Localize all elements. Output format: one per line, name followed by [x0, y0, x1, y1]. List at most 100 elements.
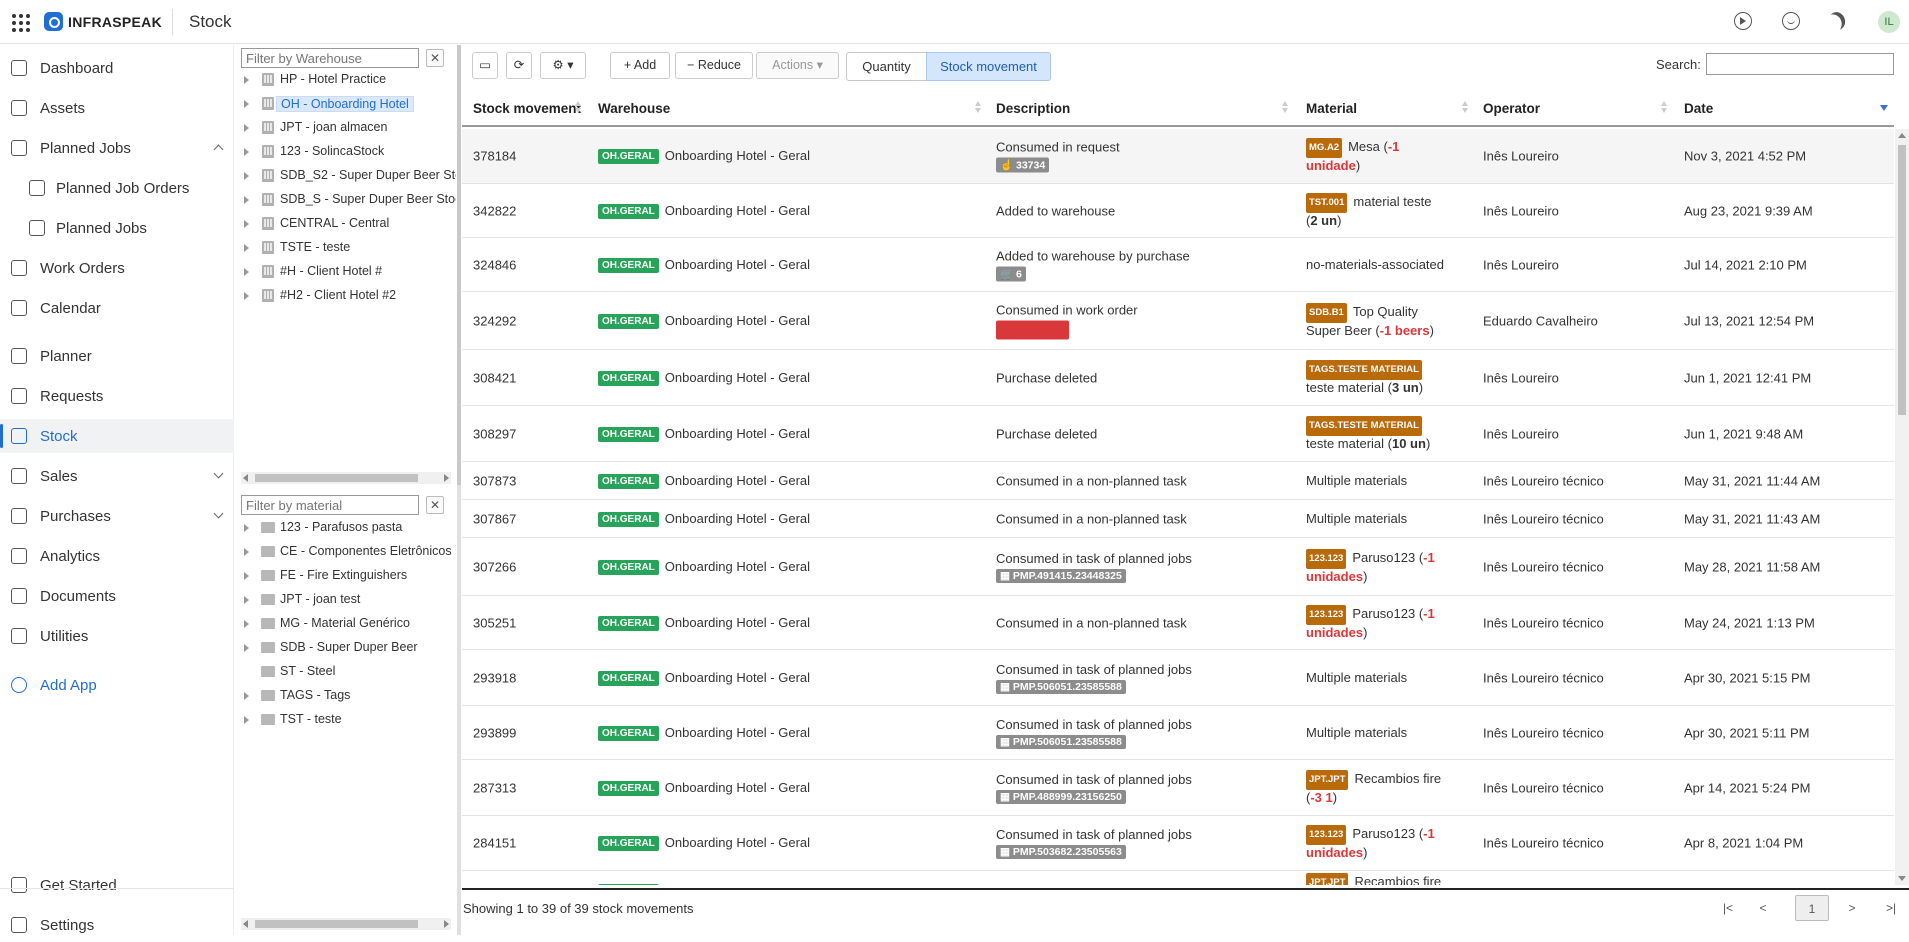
- sidebar-item-4[interactable]: Planned Jobs: [0, 211, 234, 245]
- sidebar-item-6[interactable]: Calendar: [0, 291, 234, 325]
- play-icon[interactable]: [1734, 12, 1752, 30]
- tree-item[interactable]: JPT - joan test: [236, 589, 456, 611]
- table-row[interactable]: 305251 OH.GERAL Onboarding Hotel - Geral Co…: [462, 596, 1894, 650]
- table-row[interactable]: 324292 OH.GERAL Onboarding Hotel - Geral Co…: [462, 292, 1894, 350]
- tree-item[interactable]: HP - Hotel Practice: [236, 69, 456, 91]
- last-page-button[interactable]: >|: [1876, 895, 1906, 921]
- toggle-panel-button[interactable]: ▭: [472, 52, 498, 79]
- table-row[interactable]: 308297 OH.GERAL Onboarding Hotel - Geral Pu…: [462, 406, 1894, 462]
- sidebar-item-17[interactable]: Settings: [0, 908, 234, 942]
- tab-stock-movement[interactable]: Stock movement: [926, 52, 1051, 81]
- search-input[interactable]: [1706, 53, 1894, 75]
- tab-quantity[interactable]: Quantity: [846, 52, 927, 81]
- table-row[interactable]: 293899 OH.GERAL Onboarding Hotel - Geral Co…: [462, 706, 1894, 760]
- tree-item[interactable]: 123 - Parafusos pasta: [236, 517, 456, 539]
- col-warehouse[interactable]: Warehouse: [598, 101, 670, 116]
- apps-grid-icon[interactable]: [12, 14, 30, 32]
- expand-arrow-icon[interactable]: [244, 100, 249, 108]
- sort-icon[interactable]: [1462, 101, 1468, 113]
- table-row[interactable]: 342822 OH.GERAL Onboarding Hotel - Geral Ad…: [462, 184, 1894, 238]
- sort-desc-icon[interactable]: [1880, 105, 1888, 111]
- feedback-smile-icon[interactable]: [1782, 12, 1800, 30]
- panel-splitter[interactable]: [457, 45, 461, 935]
- tree-item[interactable]: #H - Client Hotel #: [236, 261, 456, 283]
- tree-item[interactable]: TSTE - teste: [236, 237, 456, 259]
- reference-badge[interactable]: 🛒 6: [996, 266, 1026, 281]
- table-row[interactable]: 307867 OH.GERAL Onboarding Hotel - Geral Co…: [462, 500, 1894, 538]
- table-row[interactable]: 287313 OH.GERAL Onboarding Hotel - Geral Co…: [462, 760, 1894, 816]
- tree-item[interactable]: OH - Onboarding Hotel: [236, 93, 456, 115]
- material-filter-input[interactable]: [241, 495, 419, 515]
- expand-arrow-icon[interactable]: [244, 692, 249, 700]
- next-page-button[interactable]: >: [1837, 895, 1867, 921]
- sidebar-item-11[interactable]: Purchases: [0, 499, 234, 533]
- expand-arrow-icon[interactable]: [244, 124, 249, 132]
- material-tree-scrollbar[interactable]: [241, 918, 451, 930]
- sidebar-item-3[interactable]: Planned Job Orders: [0, 171, 234, 205]
- reference-badge[interactable]: ☝ 33734: [996, 157, 1050, 173]
- reference-badge[interactable]: ⚠ 2374434: [996, 320, 1070, 339]
- first-page-button[interactable]: |<: [1713, 895, 1743, 921]
- page-1-button[interactable]: 1: [1795, 895, 1829, 921]
- sidebar-item-14[interactable]: Utilities: [0, 619, 234, 653]
- sidebar-item-7[interactable]: Planner: [0, 339, 234, 373]
- sidebar-item-10[interactable]: Sales: [0, 459, 234, 493]
- sort-icon[interactable]: [1661, 101, 1667, 113]
- expand-arrow-icon[interactable]: [244, 572, 249, 580]
- reduce-button[interactable]: − Reduce: [675, 52, 753, 79]
- reference-badge[interactable]: ▦ PMP.506051.23585588: [996, 679, 1126, 694]
- expand-arrow-icon[interactable]: [244, 596, 249, 604]
- sidebar-item-5[interactable]: Work Orders: [0, 251, 234, 285]
- col-description[interactable]: Description: [996, 101, 1070, 116]
- reference-badge[interactable]: ▦ PMP.506051.23585588: [996, 734, 1126, 749]
- table-scrollbar[interactable]: [1895, 129, 1909, 885]
- sidebar-item-0[interactable]: Dashboard: [0, 51, 234, 85]
- expand-arrow-icon[interactable]: [244, 524, 249, 532]
- tree-item[interactable]: #H2 - Client Hotel #2: [236, 285, 456, 307]
- sidebar-item-13[interactable]: Documents: [0, 579, 234, 613]
- sort-icon[interactable]: [575, 101, 581, 113]
- tree-item[interactable]: CENTRAL - Central: [236, 213, 456, 235]
- tree-item[interactable]: JPT - joan almacen: [236, 117, 456, 139]
- expand-arrow-icon[interactable]: [244, 220, 249, 228]
- expand-arrow-icon[interactable]: [244, 196, 249, 204]
- actions-dropdown-button[interactable]: Actions ▾: [756, 52, 839, 79]
- sidebar-item-8[interactable]: Requests: [0, 379, 234, 413]
- expand-arrow-icon[interactable]: [244, 76, 249, 84]
- chevron-down-icon[interactable]: [213, 468, 224, 479]
- col-operator[interactable]: Operator: [1483, 101, 1540, 116]
- user-avatar[interactable]: IL: [1878, 11, 1900, 33]
- col-stock-movement[interactable]: Stock movement: [473, 101, 581, 116]
- sidebar-item-12[interactable]: Analytics: [0, 539, 234, 573]
- reference-badge[interactable]: ▦ PMP.503682.23505563: [996, 845, 1126, 859]
- tree-item[interactable]: TAGS - Tags: [236, 685, 456, 707]
- expand-arrow-icon[interactable]: [244, 716, 249, 724]
- expand-arrow-icon[interactable]: [244, 548, 249, 556]
- prev-page-button[interactable]: <: [1748, 895, 1778, 921]
- warehouse-filter-input[interactable]: [241, 48, 419, 68]
- table-row[interactable]: 293918 OH.GERAL Onboarding Hotel - Geral Co…: [462, 650, 1894, 706]
- col-date[interactable]: Date: [1684, 101, 1713, 116]
- table-row[interactable]: 284151 OH.GERAL Onboarding Hotel - Geral Co…: [462, 816, 1894, 871]
- table-row[interactable]: 307266 OH.GERAL Onboarding Hotel - Geral Co…: [462, 538, 1894, 596]
- table-row[interactable]: 324846 OH.GERAL Onboarding Hotel - Geral Ad…: [462, 238, 1894, 292]
- sidebar-item-1[interactable]: Assets: [0, 91, 234, 125]
- settings-dropdown-button[interactable]: ⚙ ▾: [540, 52, 586, 79]
- clear-material-filter-button[interactable]: ✕: [426, 496, 444, 514]
- table-row[interactable]: 378184 OH.GERAL Onboarding Hotel - Geral Co…: [462, 129, 1894, 184]
- tree-item[interactable]: ST - Steel: [236, 661, 456, 683]
- sidebar-item-2[interactable]: Planned Jobs: [0, 131, 234, 165]
- tree-item[interactable]: FE - Fire Extinguishers: [236, 565, 456, 587]
- expand-arrow-icon[interactable]: [244, 148, 249, 156]
- expand-arrow-icon[interactable]: [244, 172, 249, 180]
- reference-badge[interactable]: ▦ PMP.488999.23156250: [996, 789, 1126, 804]
- refresh-button[interactable]: ⟳: [506, 52, 532, 79]
- chevron-up-icon[interactable]: [213, 144, 224, 155]
- tree-item[interactable]: SDB_S2 - Super Duper Beer Stock: [236, 165, 456, 187]
- dark-mode-moon-icon[interactable]: [1826, 10, 1847, 32]
- clear-warehouse-filter-button[interactable]: ✕: [426, 49, 444, 67]
- add-button[interactable]: + Add: [610, 52, 670, 79]
- sidebar-item-9[interactable]: Stock: [0, 419, 234, 453]
- tree-item[interactable]: SDB_S - Super Duper Beer Stock: [236, 189, 456, 211]
- expand-arrow-icon[interactable]: [244, 292, 249, 300]
